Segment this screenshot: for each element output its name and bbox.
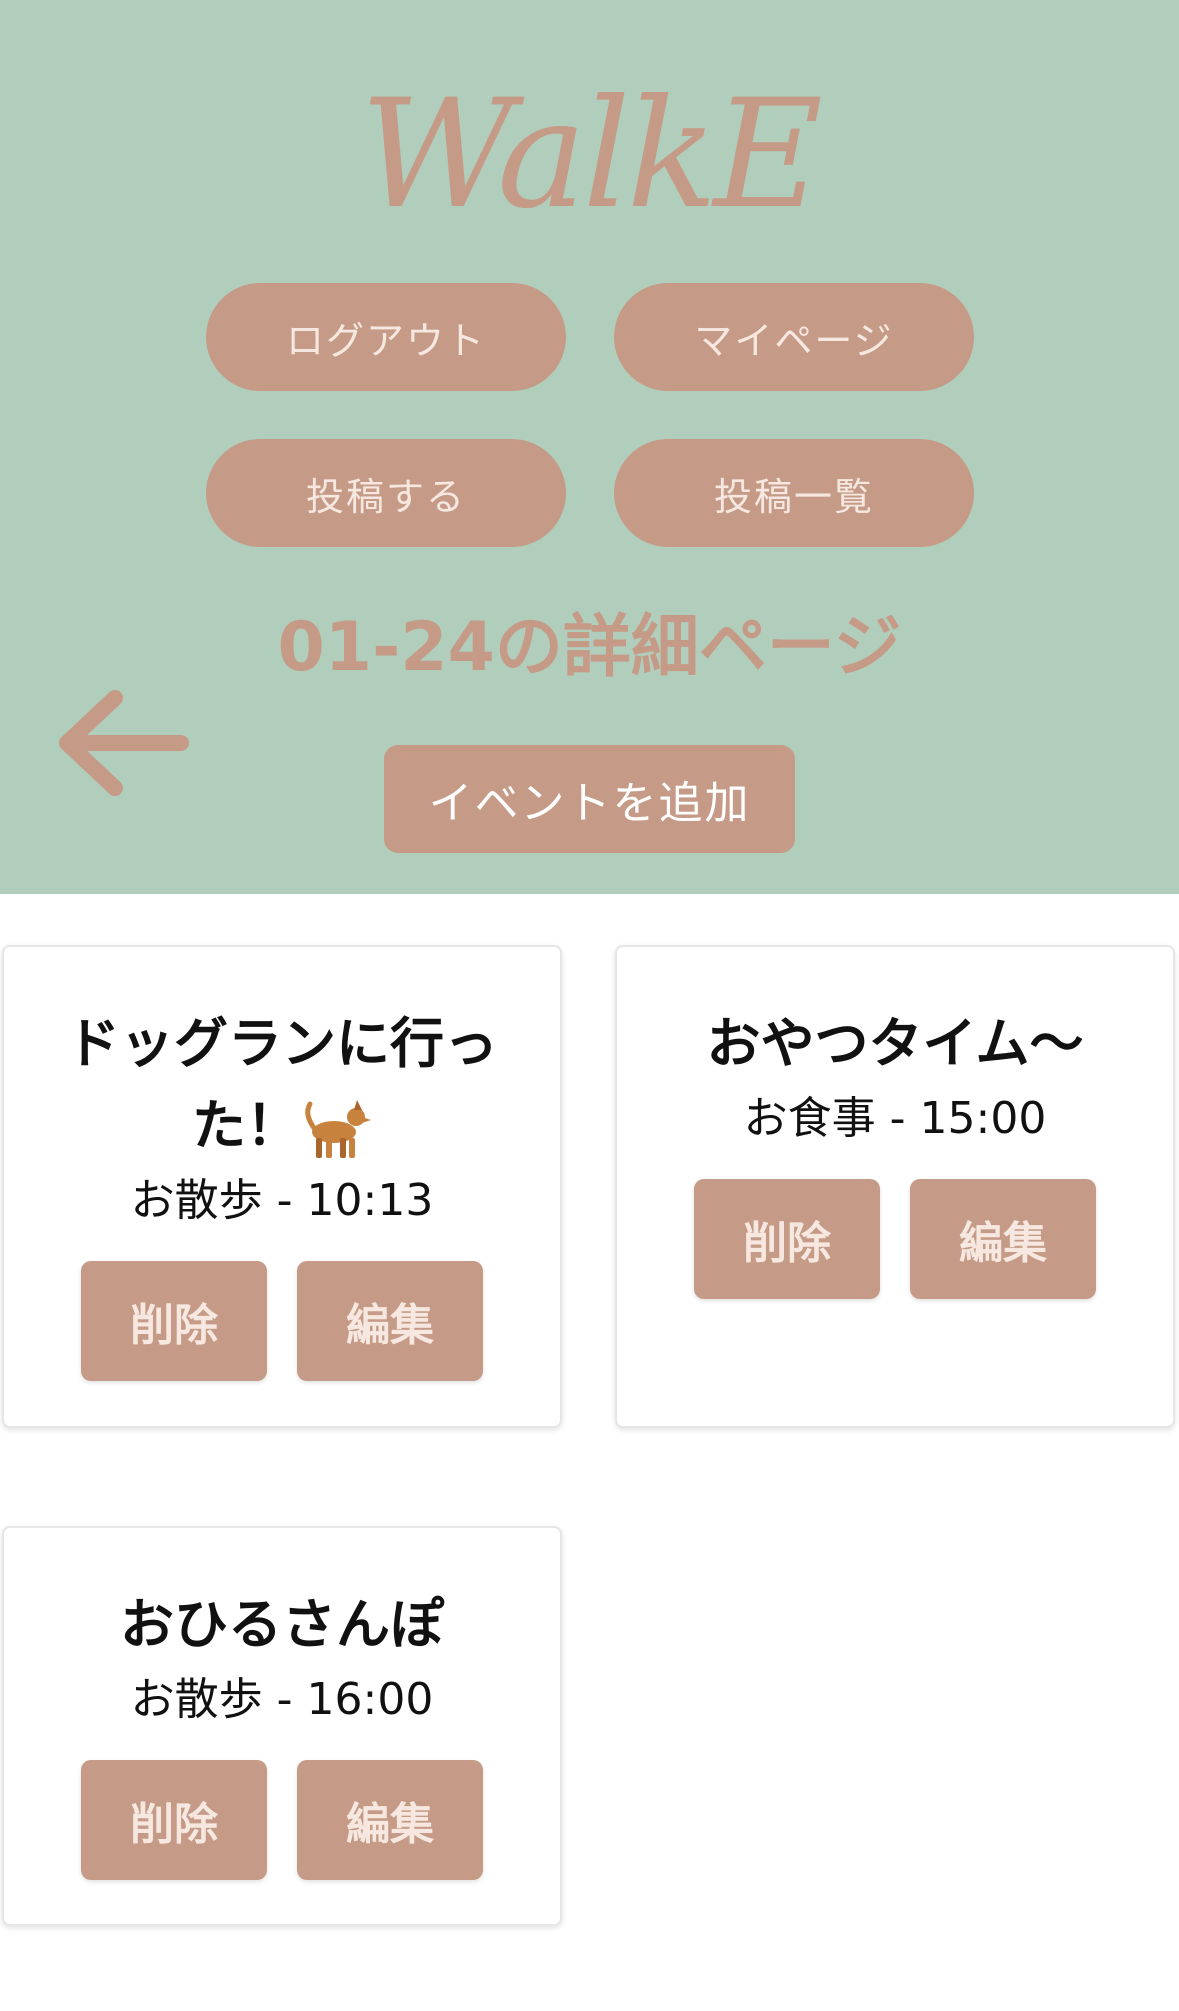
- event-card: ドッグランに行った！ お散歩 - 10:13 削除 編集: [2, 945, 562, 1428]
- event-subtitle: お散歩 - 16:00: [130, 1674, 434, 1725]
- event-title: おやつタイム〜: [706, 1012, 1084, 1075]
- edit-button[interactable]: 編集: [910, 1179, 1096, 1299]
- mypage-button[interactable]: マイページ: [614, 283, 974, 391]
- add-event-button[interactable]: イベントを追加: [384, 745, 795, 853]
- delete-button[interactable]: 削除: [81, 1760, 267, 1880]
- event-subtitle: お散歩 - 10:13: [130, 1175, 434, 1226]
- post-list-button[interactable]: 投稿一覧: [614, 439, 974, 547]
- edit-button[interactable]: 編集: [297, 1760, 483, 1880]
- header: WalkE ログアウト マイページ 投稿する 投稿一覧 01-24の詳細ページ …: [0, 0, 1179, 894]
- event-actions: 削除 編集: [617, 1179, 1173, 1299]
- delete-button[interactable]: 削除: [694, 1179, 880, 1299]
- event-actions: 削除 編集: [4, 1261, 560, 1381]
- event-subtitle: お食事 - 15:00: [743, 1093, 1047, 1144]
- event-card: おやつタイム〜 お食事 - 15:00 削除 編集: [615, 945, 1175, 1428]
- event-title-text: ドッグランに行った！: [66, 1012, 498, 1157]
- event-actions: 削除 編集: [4, 1760, 560, 1880]
- edit-button[interactable]: 編集: [297, 1261, 483, 1381]
- dog-icon: [300, 1098, 372, 1160]
- app-logo[interactable]: WalkE: [0, 80, 1179, 230]
- post-button[interactable]: 投稿する: [206, 439, 566, 547]
- event-title: おひるさんぽ: [120, 1593, 444, 1656]
- event-title: ドッグランに行った！: [34, 1003, 530, 1167]
- logout-button[interactable]: ログアウト: [206, 283, 566, 391]
- delete-button[interactable]: 削除: [81, 1261, 267, 1381]
- back-arrow-icon[interactable]: [55, 688, 190, 803]
- event-card: おひるさんぽ お散歩 - 16:00 削除 編集: [2, 1526, 562, 1926]
- page-title: 01-24の詳細ページ: [277, 608, 902, 687]
